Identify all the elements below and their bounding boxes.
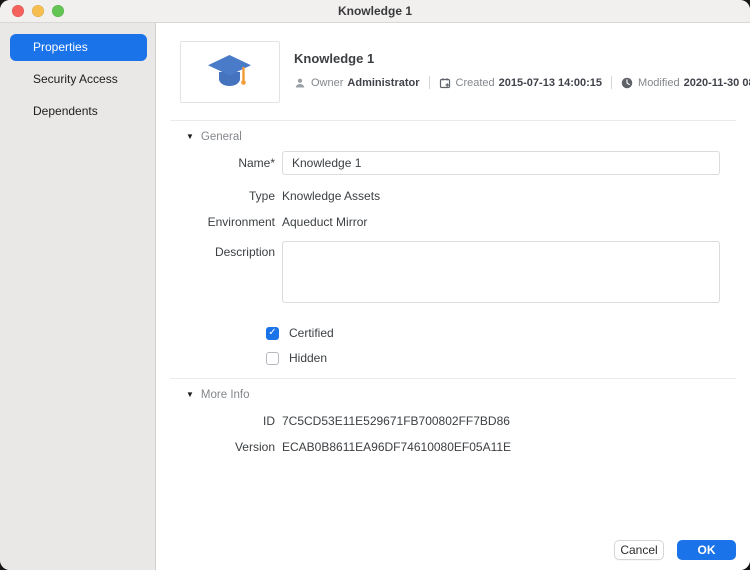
sidebar: Properties Security Access Dependents (0, 23, 156, 570)
asset-title: Knowledge 1 (294, 51, 750, 66)
environment-label: Environment (156, 215, 282, 229)
properties-dialog: Knowledge 1 Properties Security Access D… (0, 0, 750, 570)
name-input[interactable] (282, 151, 720, 175)
dialog-footer: Cancel OK (614, 540, 736, 560)
asset-meta-row: Owner Administrator Created 2015-07-13 1… (294, 76, 750, 89)
general-section-title: General (201, 131, 242, 143)
close-button[interactable] (12, 5, 24, 17)
id-label: ID (156, 414, 282, 428)
clock-icon (621, 77, 633, 89)
asset-icon-box (180, 41, 280, 103)
created-value: 2015-07-13 14:00:15 (499, 77, 602, 89)
modified-value: 2020-11-30 08:09:51 (684, 77, 750, 89)
certified-row: Certified (156, 326, 750, 340)
version-row: Version ECAB0B8611EA96DF74610080EF05A11E (156, 440, 750, 454)
more-info-section-header[interactable]: ▼ More Info (156, 379, 750, 401)
certified-checkbox[interactable] (266, 327, 279, 340)
ok-button[interactable]: OK (677, 540, 736, 560)
sidebar-item-properties[interactable]: Properties (10, 34, 147, 61)
version-value: ECAB0B8611EA96DF74610080EF05A11E (282, 440, 720, 454)
environment-row: Environment Aqueduct Mirror (156, 215, 750, 229)
owner-label: Owner (311, 77, 343, 89)
sidebar-item-dependents[interactable]: Dependents (10, 98, 147, 125)
name-label: Name* (156, 156, 282, 170)
window-title: Knowledge 1 (338, 4, 412, 18)
description-label: Description (156, 241, 282, 259)
description-textarea[interactable] (282, 241, 720, 303)
person-icon (294, 77, 306, 89)
type-value: Knowledge Assets (282, 189, 720, 203)
created-label: Created (456, 77, 495, 89)
meta-divider (429, 76, 430, 89)
description-row: Description (156, 241, 750, 308)
title-bar: Knowledge 1 (0, 0, 750, 23)
hidden-row: Hidden (156, 351, 750, 365)
graduation-cap-icon (207, 54, 253, 90)
cancel-button[interactable]: Cancel (614, 540, 664, 560)
more-info-section-title: More Info (201, 389, 250, 401)
name-row: Name* (156, 151, 750, 175)
collapse-triangle-icon: ▼ (186, 133, 194, 141)
zoom-button[interactable] (52, 5, 64, 17)
collapse-triangle-icon: ▼ (186, 391, 194, 399)
hidden-label: Hidden (289, 351, 327, 365)
modified-label: Modified (638, 77, 680, 89)
asset-header-info: Knowledge 1 Owner Administrator Created … (294, 41, 750, 103)
traffic-lights (12, 5, 64, 17)
main-panel: Knowledge 1 Owner Administrator Created … (156, 23, 750, 570)
sidebar-item-security-access[interactable]: Security Access (10, 66, 147, 93)
id-row: ID 7C5CD53E11E529671FB700802FF7BD86 (156, 414, 750, 428)
type-label: Type (156, 189, 282, 203)
asset-header: Knowledge 1 Owner Administrator Created … (156, 23, 750, 103)
hidden-checkbox[interactable] (266, 352, 279, 365)
certified-label: Certified (289, 326, 334, 340)
minimize-button[interactable] (32, 5, 44, 17)
version-label: Version (156, 440, 282, 454)
environment-value: Aqueduct Mirror (282, 215, 720, 229)
meta-divider (611, 76, 612, 89)
owner-value: Administrator (347, 77, 419, 89)
id-value: 7C5CD53E11E529671FB700802FF7BD86 (282, 414, 720, 428)
calendar-plus-icon (439, 77, 451, 89)
general-section-header[interactable]: ▼ General (156, 121, 750, 143)
type-row: Type Knowledge Assets (156, 189, 750, 203)
